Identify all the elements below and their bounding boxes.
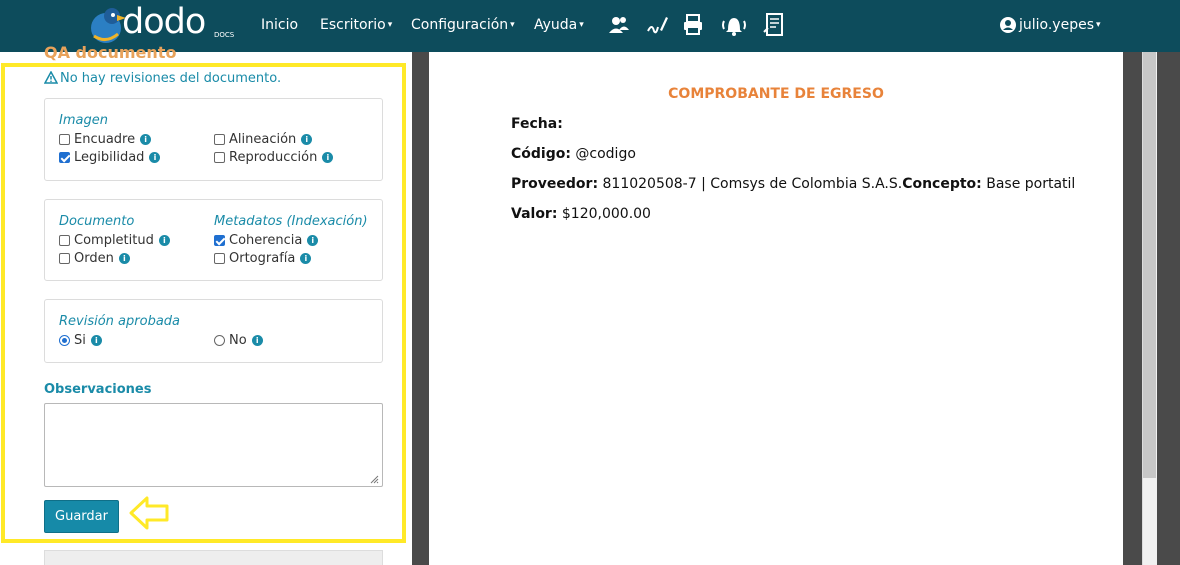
metadatos-title: Metadatos (Indexación)	[214, 214, 368, 229]
proveedor-line: Proveedor: 811020508-7 | Comsys de Colom…	[511, 176, 1075, 192]
save-button[interactable]: Guardar	[44, 500, 119, 533]
revision-title: Revisión aprobada	[59, 314, 180, 329]
option-label: Alineación	[229, 132, 297, 147]
option-label: Coherencia	[229, 233, 303, 248]
checkbox-completitud[interactable]: Completitud i	[59, 233, 170, 248]
documento-title: Documento	[59, 214, 135, 229]
option-label: Legibilidad	[74, 150, 145, 165]
chevron-down-icon: ▾	[387, 20, 393, 30]
qa-panel: QA documento No hay revisiones del docum…	[0, 43, 412, 565]
checkbox-box[interactable]	[214, 152, 225, 163]
info-icon[interactable]: i	[322, 152, 334, 163]
users-icon[interactable]	[607, 12, 631, 38]
documento-card: Documento Metadatos (Indexación) Complet…	[44, 199, 383, 281]
radio-circle[interactable]	[59, 335, 70, 346]
checkbox-box[interactable]	[214, 253, 225, 264]
dodo-logo[interactable]: dodo DOCS	[86, 2, 236, 46]
checkbox-coherencia[interactable]: Coherencia i	[214, 233, 319, 248]
concepto-value: Base portatil	[986, 176, 1076, 192]
checkbox-orden[interactable]: Orden i	[59, 251, 130, 266]
valor-line: Valor: $120,000.00	[511, 206, 651, 222]
chevron-down-icon: ▾	[1096, 20, 1101, 30]
valor-label: Valor:	[511, 206, 558, 222]
codigo-value: @codigo	[575, 146, 636, 162]
document-title: COMPROBANTE DE EGRESO	[668, 86, 884, 102]
checkbox-encuadre[interactable]: Encuadre i	[59, 132, 152, 147]
option-label: Reproducción	[229, 150, 318, 165]
fecha-line: Fecha:	[511, 116, 563, 132]
nav-inicio[interactable]: Inicio	[261, 17, 298, 33]
radio-circle[interactable]	[214, 335, 225, 346]
info-icon[interactable]: i	[307, 235, 319, 246]
info-icon[interactable]: i	[118, 253, 130, 264]
info-icon[interactable]: i	[140, 134, 152, 145]
checkbox-alineacion[interactable]: Alineación i	[214, 132, 313, 147]
warning-text: No hay revisiones del documento.	[60, 71, 282, 86]
user-name: julio.yepes	[1019, 17, 1095, 33]
user-avatar-icon[interactable]	[1000, 17, 1016, 33]
info-icon[interactable]: i	[158, 235, 170, 246]
info-icon[interactable]: i	[251, 335, 263, 346]
codigo-label: Código:	[511, 146, 571, 162]
imagen-title: Imagen	[59, 113, 108, 128]
checkbox-box[interactable]	[59, 134, 70, 145]
option-label: No	[229, 333, 247, 348]
option-label: Completitud	[74, 233, 154, 248]
imagen-card: Imagen Encuadre i Alineación i Legibilid…	[44, 98, 383, 181]
checkbox-legibilidad[interactable]: Legibilidad i	[59, 150, 161, 165]
nav-escritorio-label: Escritorio	[320, 17, 386, 33]
warning-message: No hay revisiones del documento.	[43, 70, 282, 86]
fecha-label: Fecha:	[511, 116, 563, 132]
top-navbar: dodo DOCS Inicio Escritorio ▾ Configuraci…	[0, 0, 1180, 52]
nav-configuracion[interactable]: Configuración ▾	[411, 17, 515, 33]
info-icon[interactable]: i	[301, 134, 313, 145]
report-icon[interactable]	[762, 12, 786, 38]
chevron-down-icon: ▾	[510, 20, 515, 30]
option-label: Encuadre	[74, 132, 136, 147]
checkbox-ortografia[interactable]: Ortografía i	[214, 251, 312, 266]
dodo-bird-icon	[91, 8, 126, 43]
checkbox-box[interactable]	[214, 134, 225, 145]
radio-si[interactable]: Si i	[59, 333, 102, 348]
option-label: Si	[74, 333, 86, 348]
document-page: COMPROBANTE DE EGRESO Fecha: Código: @co…	[429, 52, 1123, 565]
checkbox-box[interactable]	[59, 235, 70, 246]
concepto-label: Concepto:	[902, 176, 982, 192]
logo-subtext: DOCS	[214, 31, 235, 39]
info-icon[interactable]: i	[90, 335, 102, 346]
info-icon[interactable]: i	[149, 152, 161, 163]
observaciones-label: Observaciones	[44, 382, 152, 397]
nav-ayuda[interactable]: Ayuda ▾	[534, 17, 584, 33]
nav-escritorio[interactable]: Escritorio ▾	[320, 17, 392, 33]
user-menu[interactable]: julio.yepes ▾	[1019, 17, 1101, 33]
checkbox-box[interactable]	[59, 152, 70, 163]
checkbox-box[interactable]	[59, 253, 70, 264]
chevron-down-icon: ▾	[579, 20, 584, 30]
scrollbar-thumb[interactable]	[1143, 52, 1156, 478]
qa-title: QA documento	[44, 43, 177, 62]
warning-icon	[43, 70, 59, 84]
revision-card: Revisión aprobada Si i No i	[44, 299, 383, 363]
checkbox-reproduccion[interactable]: Reproducción i	[214, 150, 334, 165]
printer-icon[interactable]	[681, 12, 705, 38]
document-viewer: COMPROBANTE DE EGRESO Fecha: Código: @co…	[412, 52, 1180, 565]
proveedor-label: Proveedor:	[511, 176, 599, 192]
arrow-left-icon	[129, 496, 169, 530]
nav-ayuda-label: Ayuda	[534, 17, 578, 33]
info-icon[interactable]: i	[300, 253, 312, 264]
checkbox-box[interactable]	[214, 235, 225, 246]
proveedor-value: 811020508-7 | Comsys de Colombia S.A.S.	[602, 176, 903, 192]
radio-no[interactable]: No i	[214, 333, 263, 348]
observaciones-textarea[interactable]	[44, 403, 383, 487]
bell-icon[interactable]	[720, 12, 748, 38]
option-label: Orden	[74, 251, 114, 266]
next-section-box	[44, 550, 383, 565]
codigo-line: Código: @codigo	[511, 146, 636, 162]
logo-text: dodo	[122, 2, 206, 42]
signature-icon[interactable]	[645, 12, 669, 38]
option-label: Ortografía	[229, 251, 296, 266]
nav-configuracion-label: Configuración	[411, 17, 509, 33]
resize-grip-icon[interactable]	[370, 475, 379, 484]
valor-value: $120,000.00	[561, 206, 651, 222]
